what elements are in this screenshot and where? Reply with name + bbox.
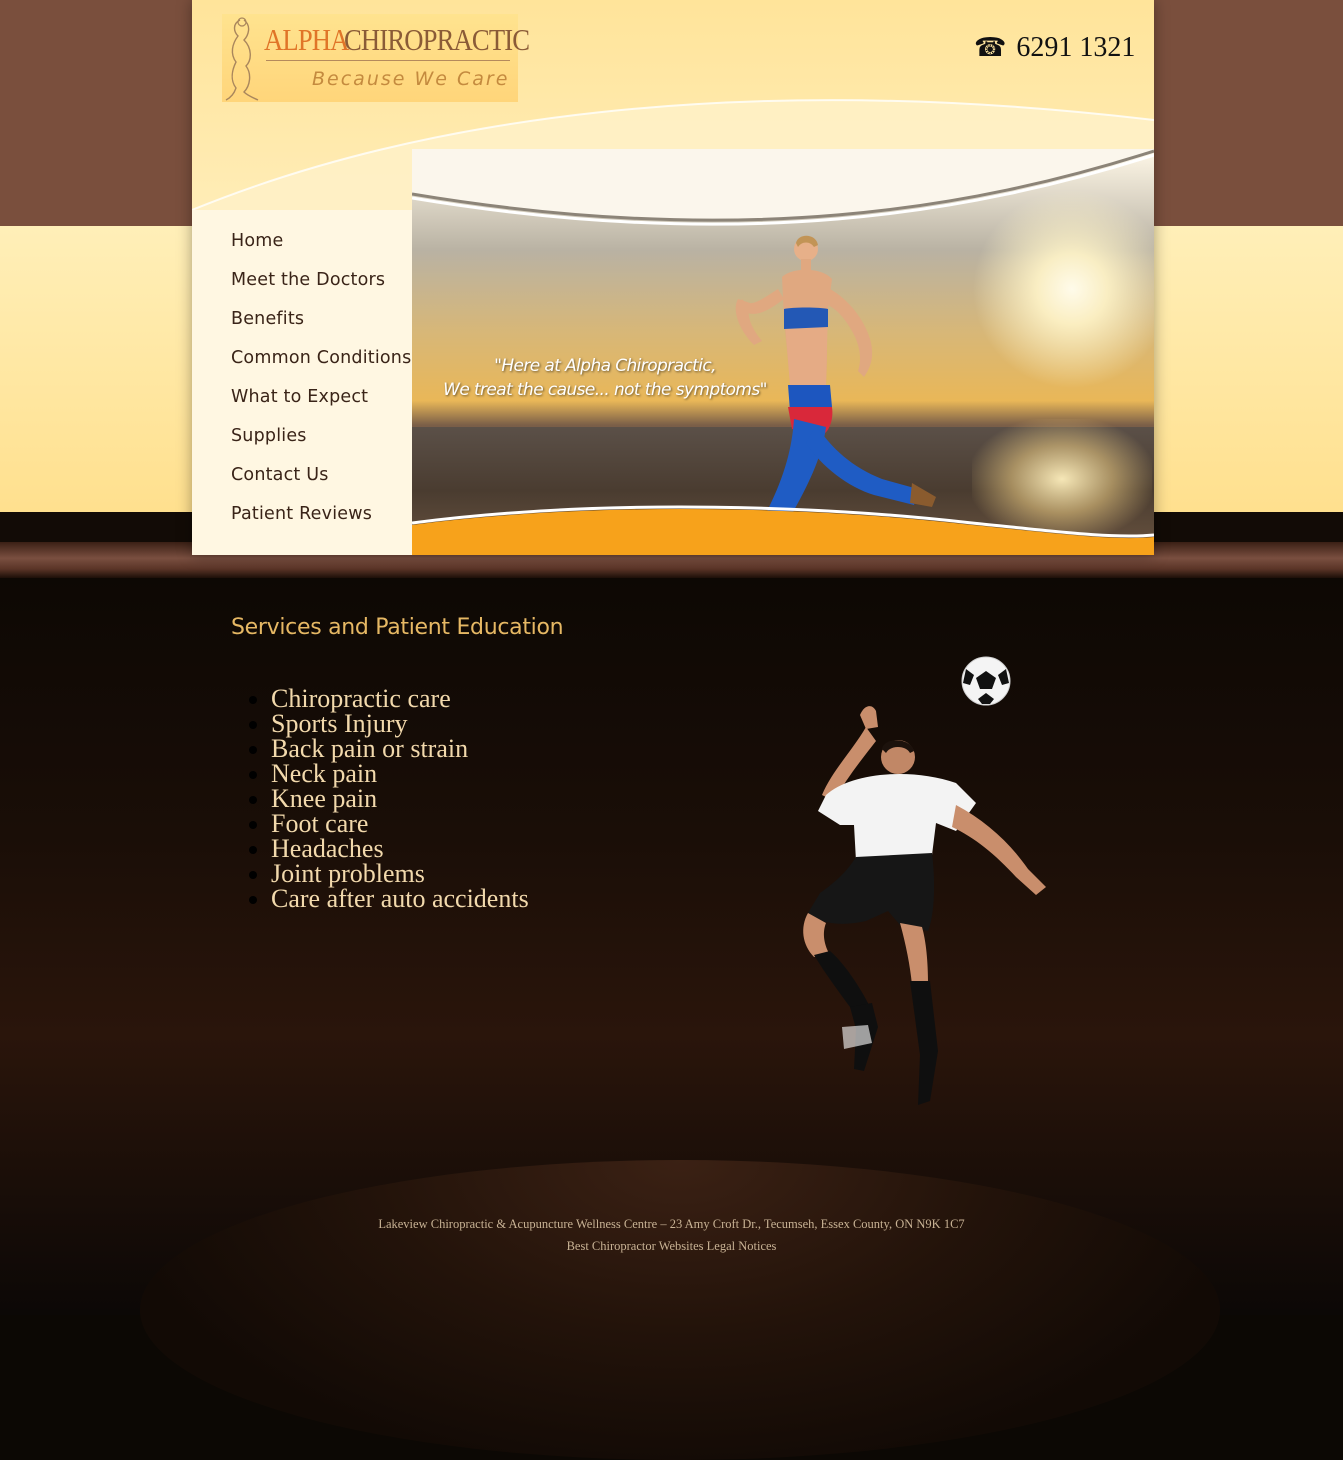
list-item: Foot care [271,811,529,837]
nav-link-meet-the-doctors[interactable]: Meet the Doctors [231,270,385,290]
footer-arc [140,1160,1220,1460]
hero-quote-line2: We treat the cause... not the symptoms" [443,380,767,400]
logo-word-chiropractic: CHIROPRACTIC [344,22,530,57]
logo-word-alpha: ALPHA [264,22,349,57]
footer: Lakeview Chiropractic & Acupuncture Well… [0,1213,1343,1257]
list-item: Care after auto accidents [271,886,529,912]
nav-item-contact-us: Contact Us [231,463,412,502]
nav-link-contact-us[interactable]: Contact Us [231,465,329,485]
footer-link-best-chiropractor-websites[interactable]: Best Chiropractor Websites [567,1239,704,1253]
nav-link-benefits[interactable]: Benefits [231,309,304,329]
main-navigation: Home Meet the Doctors Benefits Common Co… [192,210,412,555]
list-item: Joint problems [271,861,529,887]
footer-links: Best Chiropractor Websites Legal Notices [0,1235,1343,1257]
hero-quote: "Here at Alpha Chiropractic, We treat th… [440,354,770,402]
footer-address: Lakeview Chiropractic & Acupuncture Well… [378,1217,965,1231]
spine-figure-icon [225,17,259,101]
logo-tagline: Because We Care [312,68,510,90]
nav-link-supplies[interactable]: Supplies [231,426,307,446]
list-item: Knee pain [271,786,529,812]
nav-link-common-conditions[interactable]: Common Conditions [231,348,411,368]
nav-item-benefits: Benefits [231,307,412,346]
nav-item-supplies: Supplies [231,424,412,463]
nav-item-common-conditions: Common Conditions [231,346,412,385]
phone-number: ☎ 6291 1321 [974,32,1135,64]
list-item: Back pain or strain [271,736,529,762]
list-item: Chiropractic care [271,686,529,712]
soccer-ball-icon [961,656,1011,706]
nav-item-what-to-expect: What to Expect [231,385,412,424]
logo-divider [266,60,510,61]
phone-text: 6291 1321 [1016,32,1136,63]
list-item: Neck pain [271,761,529,787]
logo[interactable]: ALPHA CHIROPRACTIC Because We Care [222,14,530,102]
list-item: Sports Injury [271,711,529,737]
header-panel: ALPHA CHIROPRACTIC Because We Care ☎ 6291… [192,0,1154,555]
nav-item-patient-reviews: Patient Reviews [231,502,412,541]
soccer-player-image [803,656,1046,1105]
hero-quote-line1: "Here at Alpha Chiropractic, [494,356,716,376]
nav-item-meet-the-doctors: Meet the Doctors [231,268,412,307]
nav-link-patient-reviews[interactable]: Patient Reviews [231,504,372,524]
services-list: Chiropractic care Sports Injury Back pai… [231,686,529,912]
footer-link-legal-notices[interactable]: Legal Notices [707,1239,777,1253]
phone-icon: ☎ [974,33,1007,62]
player-figure [803,706,1046,1105]
services-title: Services and Patient Education [231,615,564,640]
nav-item-home: Home [231,229,412,268]
hero-banner: "Here at Alpha Chiropractic, We treat th… [412,149,1154,555]
list-item: Headaches [271,836,529,862]
hero-artwork [412,149,1154,555]
nav-link-what-to-expect[interactable]: What to Expect [231,387,368,407]
nav-link-home[interactable]: Home [231,231,283,251]
